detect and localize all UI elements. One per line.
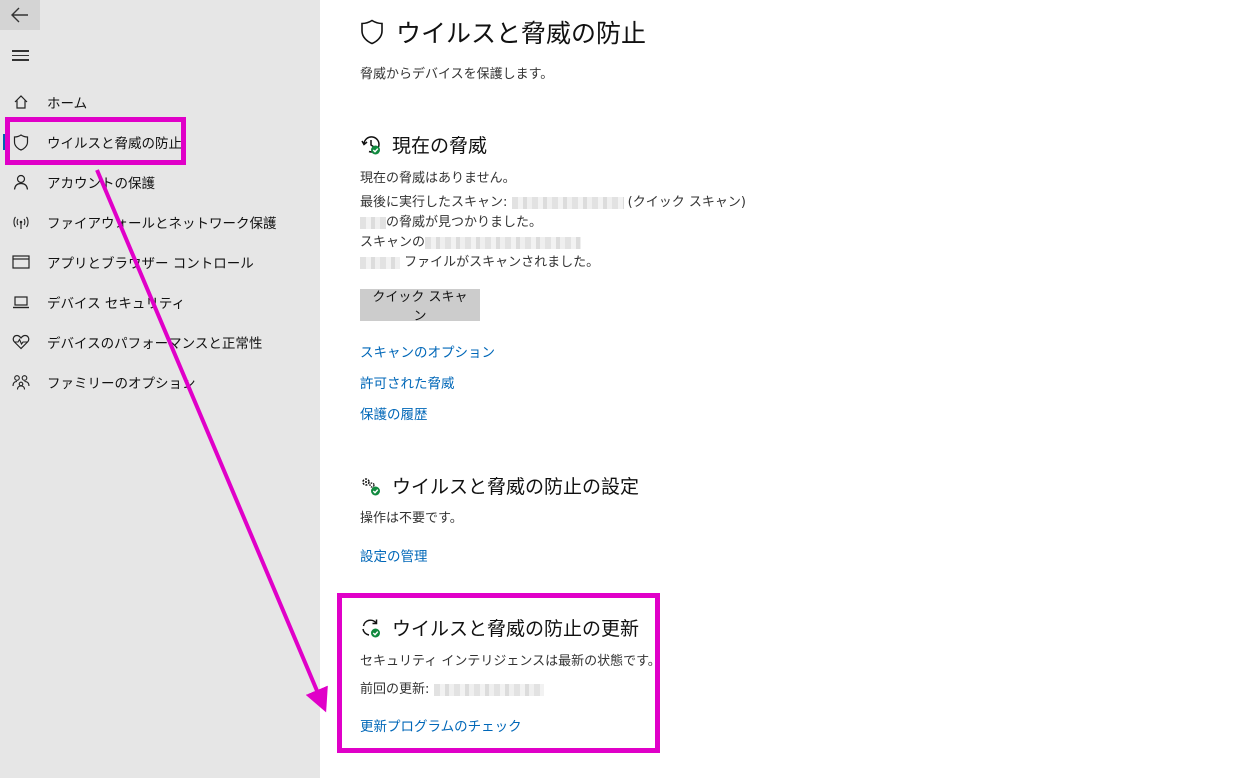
sidebar-item-firewall[interactable]: ファイアウォールとネットワーク保護 [0, 208, 320, 236]
updates-status: セキュリティ インテリジェンスは最新の状態です。 [360, 654, 661, 669]
page-title: ウイルスと脅威の防止 [360, 14, 646, 50]
quick-scan-button[interactable]: クイック スキャン [360, 289, 480, 324]
sidebar-item-label: ファイアウォールとネットワーク保護 [47, 216, 277, 232]
history-check-icon [361, 135, 380, 154]
sidebar-item-label: デバイス セキュリティ [47, 296, 186, 312]
current-threats-heading: 現在の脅威 [360, 131, 487, 158]
back-button[interactable] [0, 0, 40, 30]
current-threats-status: 現在の脅威はありません。 [360, 171, 516, 186]
last-update-line: 前回の更新: [360, 678, 544, 697]
browser-window-icon [11, 252, 31, 272]
main-content: ウイルスと脅威の防止 脅威からデバイスを保護します。 現在の脅威 現在の脅威はあ… [320, 0, 1235, 778]
person-icon [11, 172, 31, 192]
redacted-value [360, 216, 386, 229]
scan-duration-line: スキャンの [360, 231, 582, 250]
sidebar-item-family-options[interactable]: ファミリーのオプション [0, 368, 320, 396]
threats-found-line: の脅威が見つかりました。 [360, 211, 542, 230]
files-scanned-line: ファイルがスキャンされました。 [360, 251, 599, 270]
protection-history-link[interactable]: 保護の履歴 [360, 403, 428, 423]
settings-status: 操作は不要です。 [360, 511, 463, 526]
page-subtitle: 脅威からデバイスを保護します。 [360, 67, 554, 82]
settings-heading: ウイルスと脅威の防止の設定 [360, 472, 639, 499]
page-title-text: ウイルスと脅威の防止 [396, 19, 647, 48]
sidebar: ホーム ウイルスと脅威の防止 アカウントの保護 ファイアウォールとネットワーク保… [0, 0, 320, 778]
sidebar-item-device-performance[interactable]: デバイスのパフォーマンスと正常性 [0, 328, 320, 356]
sidebar-item-app-browser-control[interactable]: アプリとブラウザー コントロール [0, 248, 320, 276]
allowed-threats-link[interactable]: 許可された脅威 [360, 372, 455, 392]
sidebar-item-label: ウイルスと脅威の防止 [47, 136, 182, 152]
redacted-value [511, 196, 624, 209]
redacted-value [433, 683, 544, 696]
refresh-check-icon [362, 618, 380, 637]
redacted-value [360, 256, 400, 269]
check-for-updates-link[interactable]: 更新プログラムのチェック [360, 715, 522, 735]
laptop-icon [11, 292, 31, 312]
sidebar-item-label: ホーム [47, 96, 88, 112]
heart-icon [11, 332, 31, 352]
family-icon [11, 372, 31, 392]
manage-settings-link[interactable]: 設定の管理 [360, 545, 428, 565]
scan-options-link[interactable]: スキャンのオプション [360, 341, 495, 361]
arrow-left-icon [11, 7, 28, 23]
sidebar-item-label: デバイスのパフォーマンスと正常性 [47, 336, 263, 352]
sidebar-item-label: ファミリーのオプション [47, 376, 196, 392]
wireless-icon [11, 212, 31, 232]
sidebar-item-virus-threat-protection[interactable]: ウイルスと脅威の防止 [0, 128, 320, 156]
last-scan-line: 最後に実行したスキャン: (クイック スキャン) [360, 195, 746, 210]
hamburger-icon[interactable] [12, 47, 29, 64]
sidebar-item-label: アプリとブラウザー コントロール [47, 256, 254, 272]
redacted-value [425, 236, 582, 249]
shield-icon [361, 19, 383, 45]
sidebar-item-device-security[interactable]: デバイス セキュリティ [0, 288, 320, 316]
sidebar-item-account-protection[interactable]: アカウントの保護 [0, 168, 320, 196]
home-icon [11, 92, 31, 112]
gears-check-icon [362, 477, 380, 495]
sidebar-item-label: アカウントの保護 [47, 176, 155, 192]
shield-icon [11, 132, 31, 152]
sidebar-item-home[interactable]: ホーム [0, 88, 320, 116]
updates-heading: ウイルスと脅威の防止の更新 [360, 614, 639, 641]
